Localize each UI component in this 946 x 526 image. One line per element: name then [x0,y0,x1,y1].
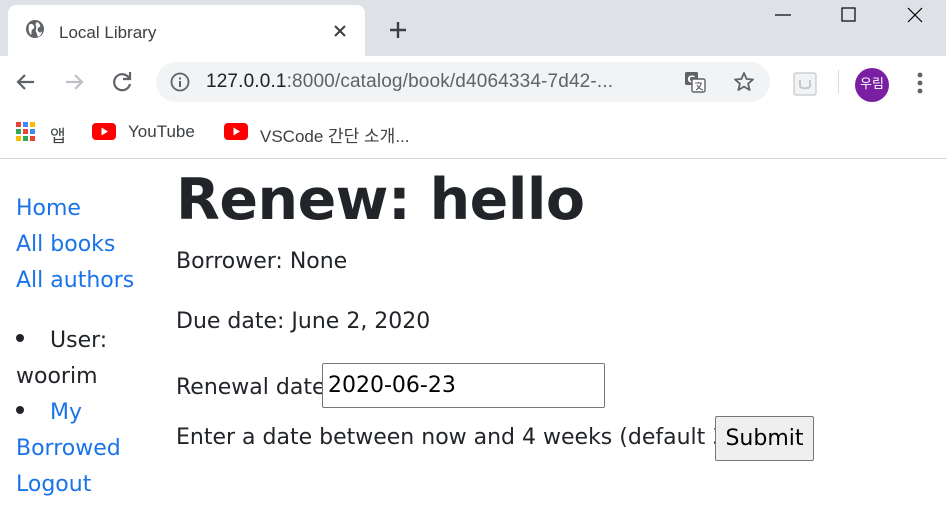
help-text: Enter a date between now and 4 weeks (de… [176,425,742,450]
toolbar-separator [838,70,839,94]
page-title: Renew: hello [176,167,585,233]
maximize-icon [841,7,856,22]
address-bar[interactable]: 127.0.0.1:8000/catalog/book/d4064334-7d4… [156,62,770,102]
my-borrowed-item: My [16,395,166,431]
sidebar-link-all-authors[interactable]: All authors [16,263,134,299]
url-host: 127.0.0.1 [206,71,287,92]
renewal-date-label: Renewal date: [176,375,333,400]
sidebar-link-all-books[interactable]: All books [16,227,115,263]
list-bullet [16,406,24,414]
borrower-text: Borrower: None [176,249,348,274]
close-window-icon [907,7,923,23]
logout-link[interactable]: Logout [16,467,91,503]
apps-grid-icon [16,122,35,141]
user-label: User: [50,328,108,353]
maximize-button[interactable] [816,0,882,30]
url-path: :8000/catalog/book/d4064334-7d42-... [286,71,614,92]
bookmark-vscode[interactable]: VSCode 간단 소개... [224,120,434,146]
url-text[interactable]: 127.0.0.1:8000/catalog/book/d4064334-7d4… [206,71,613,93]
submit-button[interactable]: Submit [715,416,814,461]
username: woorim [16,364,98,389]
my-borrowed-link[interactable]: My [50,400,82,425]
extension-icon[interactable] [793,72,817,96]
site-info-icon[interactable] [170,72,190,92]
renewal-date-input[interactable] [322,363,605,408]
browser-tab[interactable]: Local Library [8,5,365,56]
new-tab-icon[interactable] [385,17,411,43]
translate-icon[interactable]: G [684,71,706,93]
browser-toolbar: 127.0.0.1:8000/catalog/book/d4064334-7d4… [0,56,946,108]
minimize-icon [775,14,791,16]
close-tab-icon[interactable] [330,21,350,41]
tab-strip: Local Library [0,0,946,56]
minimize-button[interactable] [750,0,816,30]
tab-title: Local Library [59,23,157,42]
user-item: User: [16,323,156,359]
sidebar-link-home[interactable]: Home [16,191,81,227]
youtube-icon [92,123,116,140]
forward-arrow-icon[interactable] [60,68,88,96]
bookmark-youtube[interactable]: YouTube [92,120,207,144]
youtube-icon [224,123,248,140]
bookmark-apps[interactable]: 앱 [16,120,76,146]
more-menu-icon[interactable] [910,70,930,96]
bookmark-star-icon[interactable] [732,70,756,94]
list-bullet [16,334,24,342]
my-borrowed-link-continued[interactable]: Borrowed [16,431,121,467]
bookmark-label: YouTube [128,122,195,141]
profile-avatar[interactable]: 우림 [855,68,889,102]
due-date-text: Due date: June 2, 2020 [176,309,431,334]
close-window-button[interactable] [882,0,946,30]
bookmark-label: 앱 [50,127,66,146]
back-arrow-icon[interactable] [12,68,40,96]
globe-icon [26,20,44,38]
reload-icon[interactable] [108,68,136,96]
bookmark-label: VSCode 간단 소개... [260,127,410,146]
bookmarks-bar: 앱 YouTube VSCode 간단 소개... [0,108,946,159]
page-content: Home All books All authors User: woorim … [0,159,946,526]
